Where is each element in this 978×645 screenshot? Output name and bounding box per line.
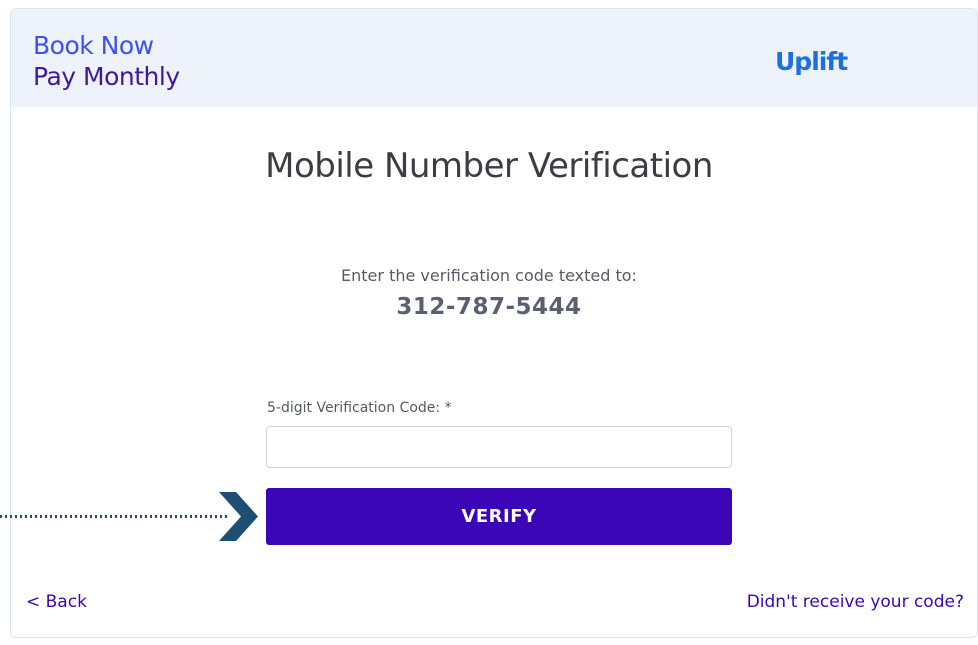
pointer-arrow [0, 492, 258, 541]
back-link[interactable]: < Back [26, 592, 87, 612]
tagline-pay-monthly: Pay Monthly [33, 62, 180, 91]
instruction-text: Enter the verification code texted to: [341, 266, 637, 285]
verify-button[interactable]: VERIFY [266, 488, 732, 545]
header-bar: Book Now Pay Monthly Uplift [11, 9, 977, 107]
resend-code-link[interactable]: Didn't receive your code? [747, 592, 964, 612]
verification-code-input[interactable] [266, 426, 732, 468]
chevron-right-icon [219, 492, 258, 541]
tagline-book-now: Book Now [33, 31, 154, 60]
page-title: Mobile Number Verification [265, 146, 713, 186]
uplift-logo: Uplift [775, 47, 848, 76]
phone-number: 312-787-5444 [396, 294, 582, 320]
code-field-label: 5-digit Verification Code: * [267, 400, 452, 416]
